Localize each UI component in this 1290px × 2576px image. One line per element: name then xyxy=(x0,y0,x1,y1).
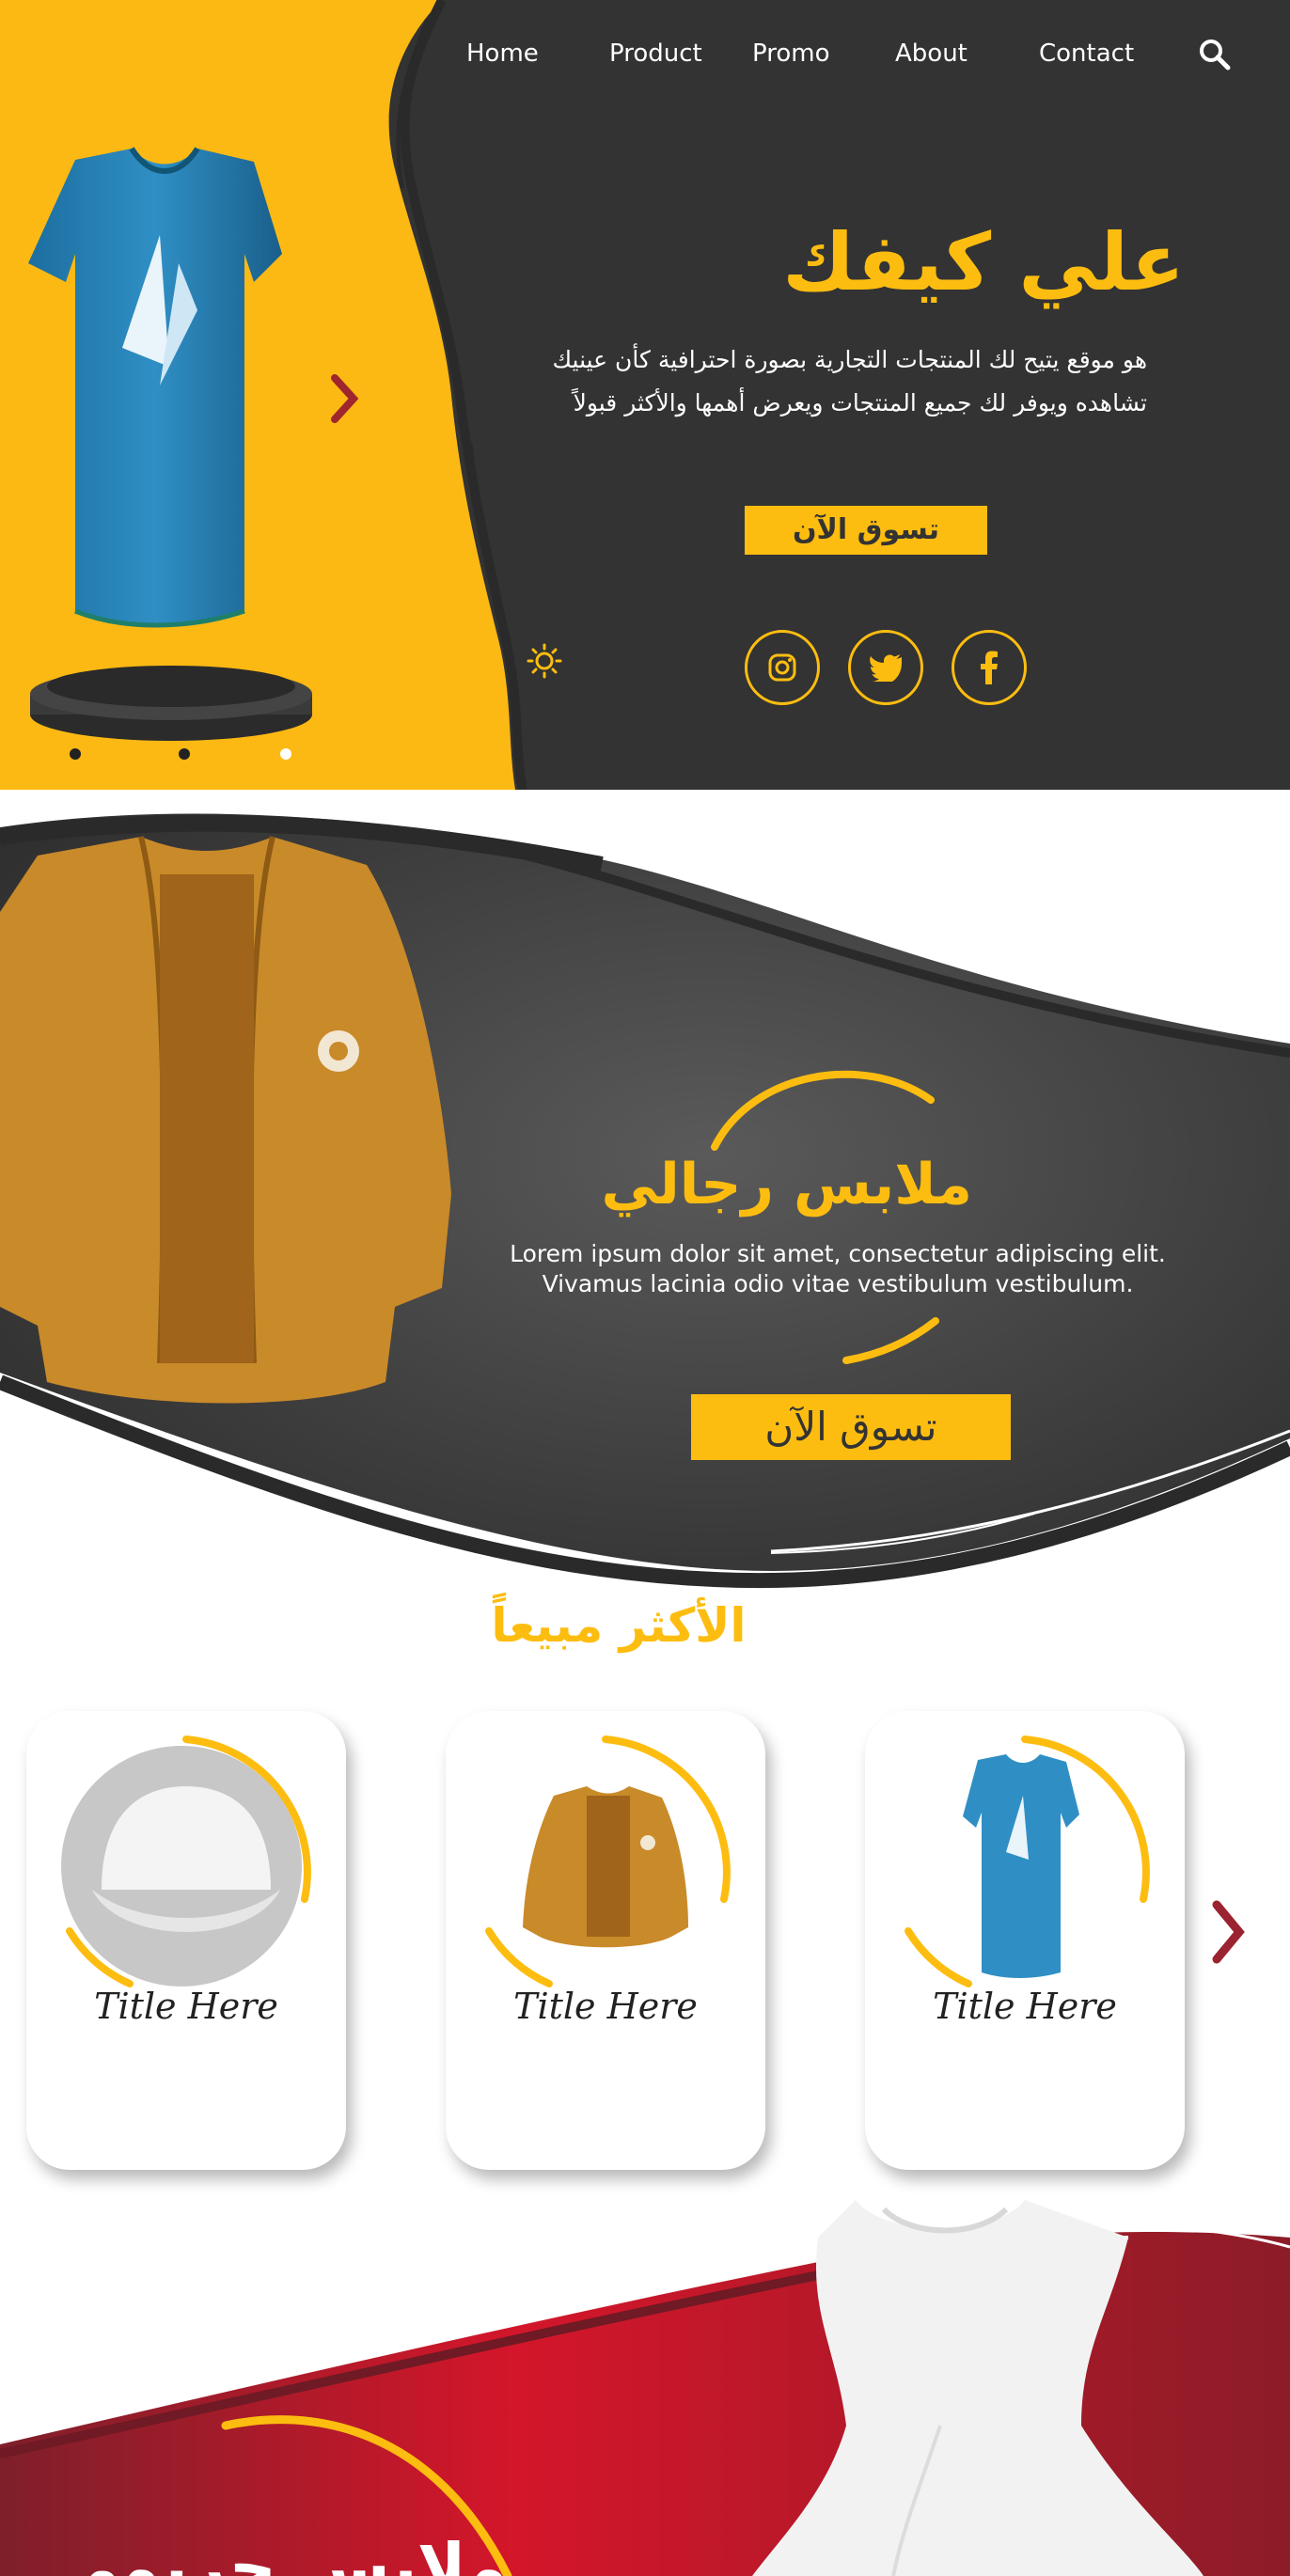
nav-contact[interactable]: Contact xyxy=(1039,39,1134,68)
search-icon[interactable] xyxy=(1198,38,1232,71)
instagram-link[interactable] xyxy=(745,630,820,705)
hero-title: علي كيفك xyxy=(782,216,1185,308)
hero-shop-now-button[interactable]: تسوق الآن xyxy=(745,506,987,555)
product-card-tshirt[interactable]: Title Here xyxy=(865,1711,1185,2170)
slider-dot-3[interactable] xyxy=(280,748,291,760)
facebook-link[interactable] xyxy=(952,630,1027,705)
women-section-title: ملابس حريمي xyxy=(52,2529,508,2576)
best-sellers-title: الأكثر مبيعاً xyxy=(491,1598,747,1653)
slider-dot-2[interactable] xyxy=(179,748,190,760)
twitter-icon xyxy=(869,654,902,682)
product-card-jacket[interactable]: Title Here xyxy=(446,1711,765,2170)
nav-promo[interactable]: Promo xyxy=(752,39,829,68)
nav-product[interactable]: Product xyxy=(609,39,702,68)
instagram-icon xyxy=(768,653,796,682)
hero-section: Home Product Promo About Contact علي كيف… xyxy=(0,0,1290,790)
men-section-text: Lorem ipsum dolor sit amet, consectetur … xyxy=(489,1239,1187,1299)
men-section-title: ملابس رجالي xyxy=(601,1152,972,1217)
main-nav: Home Product Promo About Contact xyxy=(0,39,1290,77)
hero-next-arrow-icon[interactable] xyxy=(327,372,361,425)
slider-dot-1[interactable] xyxy=(70,748,81,760)
sun-icon[interactable] xyxy=(527,643,562,679)
product-card-cap[interactable]: Title Here xyxy=(26,1711,346,2170)
hero-pedestal-image xyxy=(30,666,312,741)
hero-description-line-1: هو موقع يتيح لك المنتجات التجارية بصورة … xyxy=(552,346,1147,373)
nav-home[interactable]: Home xyxy=(466,39,539,68)
women-section-brush-banner xyxy=(0,2200,1290,2576)
men-jacket-image xyxy=(0,836,451,1404)
nav-about[interactable]: About xyxy=(895,39,968,68)
jacket-thumbnail-image xyxy=(485,1736,731,1987)
card-title-3: Title Here xyxy=(933,1986,1117,2027)
hero-description: هو موقع يتيح لك المنتجات التجارية بصورة … xyxy=(470,338,1147,425)
tshirt-thumbnail-image xyxy=(905,1736,1150,1987)
men-text-line-2: Vivamus lacinia odio vitae vestibulum ve… xyxy=(542,1270,1134,1297)
men-text-line-1: Lorem ipsum dolor sit amet, consectetur … xyxy=(510,1240,1166,1267)
hero-tshirt-image xyxy=(28,147,282,628)
facebook-icon xyxy=(981,651,998,684)
cap-image xyxy=(61,1736,311,1987)
cards-next-arrow-icon[interactable] xyxy=(1209,1899,1247,1965)
hero-description-line-2: تشاهده ويوفر لك جميع المنتجات ويعرض أهمه… xyxy=(573,389,1147,416)
card-title-1: Title Here xyxy=(94,1986,278,2027)
men-shop-now-button[interactable]: تسوق الآن xyxy=(691,1394,1011,1460)
card-title-2: Title Here xyxy=(513,1986,698,2027)
twitter-link[interactable] xyxy=(848,630,923,705)
